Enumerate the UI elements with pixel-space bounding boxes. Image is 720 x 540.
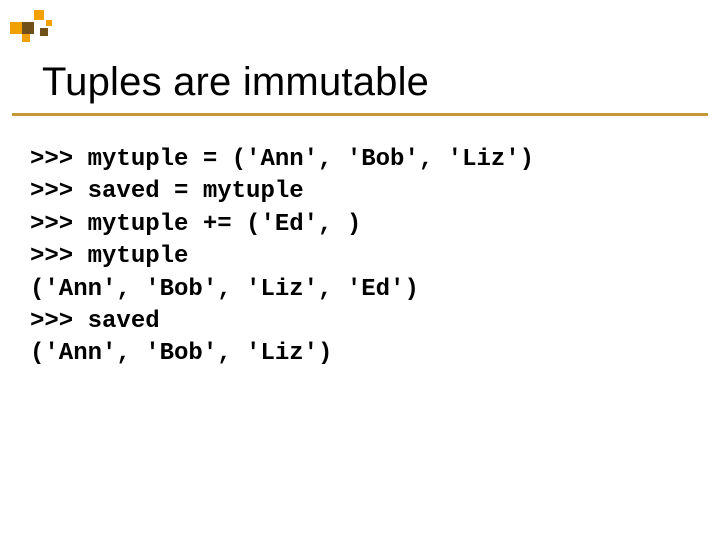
code-line: >>> mytuple += ('Ed', ) — [30, 211, 361, 238]
slide-title: Tuples are immutable — [42, 60, 678, 105]
code-block: >>> mytuple = ('Ann', 'Bob', 'Liz') >>> … — [0, 116, 720, 371]
code-line: >>> saved = mytuple — [30, 178, 304, 205]
code-line: ('Ann', 'Bob', 'Liz') — [30, 340, 332, 367]
code-line: ('Ann', 'Bob', 'Liz', 'Ed') — [30, 276, 419, 303]
code-line: >>> mytuple = ('Ann', 'Bob', 'Liz') — [30, 146, 534, 173]
code-line: >>> mytuple — [30, 243, 188, 270]
code-line: >>> saved — [30, 308, 160, 335]
corner-decoration — [10, 10, 58, 58]
title-area: Tuples are immutable — [12, 0, 708, 116]
slide: Tuples are immutable >>> mytuple = ('Ann… — [0, 0, 720, 540]
